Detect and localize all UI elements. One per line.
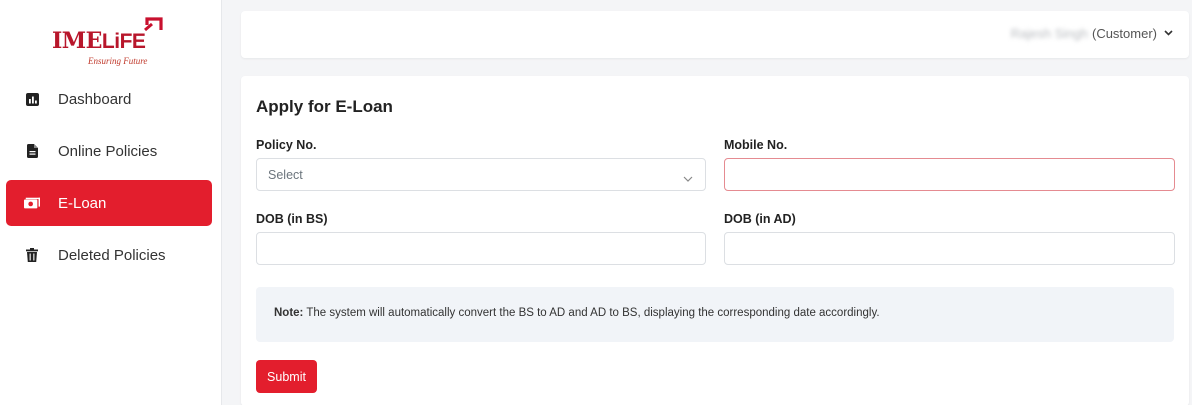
- user-menu[interactable]: Rajesh Singh (Customer): [1011, 26, 1173, 41]
- money-bill-icon: [24, 195, 40, 211]
- e-loan-form-card: Apply for E-Loan Policy No. Select Mobil…: [241, 76, 1189, 405]
- submit-button[interactable]: Submit: [256, 360, 317, 393]
- sidebar: IMELiFE Ensuring Future Dashboard Online…: [0, 0, 222, 405]
- sidebar-item-deleted-policies[interactable]: Deleted Policies: [6, 232, 212, 278]
- dob-ad-input[interactable]: [724, 232, 1175, 265]
- trash-icon: [24, 247, 40, 263]
- dob-bs-input[interactable]: [256, 232, 706, 265]
- sidebar-item-label: Dashboard: [58, 90, 132, 108]
- imelife-logo[interactable]: IMELiFE Ensuring Future: [50, 10, 180, 68]
- sidebar-item-label: E-Loan: [58, 194, 107, 212]
- sidebar-item-e-loan[interactable]: E-Loan: [6, 180, 212, 226]
- file-icon: [24, 143, 40, 159]
- user-role: (Customer): [1091, 26, 1157, 41]
- policy-no-label: Policy No.: [256, 138, 317, 152]
- logo-wordmark: IMELiFE: [52, 28, 146, 54]
- policy-no-select[interactable]: Select: [256, 158, 706, 191]
- top-bar: Rajesh Singh (Customer): [241, 11, 1189, 58]
- policy-no-placeholder: Select: [268, 168, 303, 182]
- user-name: Rajesh Singh: [1010, 26, 1088, 41]
- bar-chart-icon: [24, 91, 40, 107]
- dob-ad-label: DOB (in AD): [724, 212, 796, 226]
- sidebar-item-label: Online Policies: [58, 142, 158, 160]
- note-prefix: Note:: [274, 307, 304, 319]
- mobile-no-label: Mobile No.: [724, 138, 788, 152]
- chevron-down-icon: [683, 169, 693, 187]
- page-title: Apply for E-Loan: [256, 97, 393, 116]
- logo-mark-icon: [144, 17, 163, 32]
- dob-bs-label: DOB (in BS): [256, 212, 328, 226]
- logo-tagline: Ensuring Future: [88, 56, 148, 66]
- note-text: The system will automatically convert th…: [303, 307, 880, 319]
- sidebar-nav: Dashboard Online Policies E-Loan Deleted…: [6, 76, 212, 284]
- sidebar-item-dashboard[interactable]: Dashboard: [6, 76, 212, 122]
- sidebar-item-label: Deleted Policies: [58, 246, 166, 264]
- mobile-no-input[interactable]: [724, 158, 1175, 191]
- conversion-note: Note: The system will automatically conv…: [256, 287, 1174, 342]
- chevron-down-icon: [1164, 28, 1173, 39]
- sidebar-item-online-policies[interactable]: Online Policies: [6, 128, 212, 174]
